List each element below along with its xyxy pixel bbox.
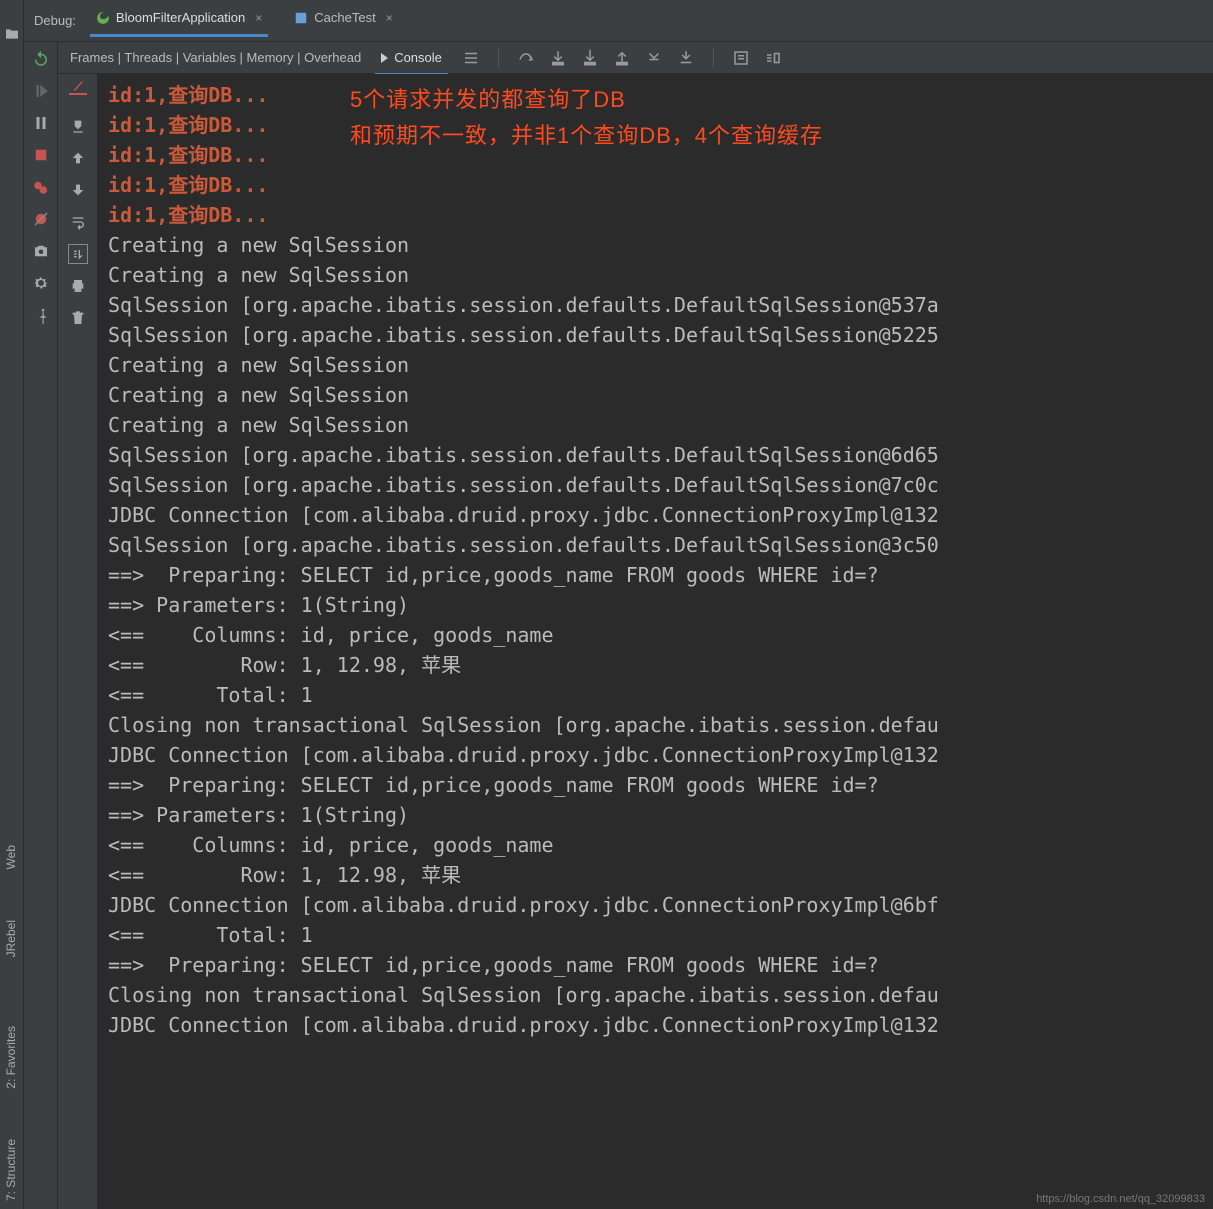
console-line: <== Columns: id, price, goods_name: [108, 620, 1203, 650]
stop-icon[interactable]: [32, 146, 50, 164]
debug-tabbar: Debug: BloomFilterApplication × CacheTest ×: [24, 0, 1213, 42]
console-line: JDBC Connection [com.alibaba.druid.proxy…: [108, 500, 1203, 530]
console-line: Creating a new SqlSession: [108, 260, 1203, 290]
console-line: <== Total: 1: [108, 680, 1203, 710]
rerun-icon[interactable]: [32, 50, 50, 68]
step-over-icon[interactable]: [517, 49, 535, 67]
toolbar-separator: [713, 48, 714, 68]
console-line: ==> Preparing: SELECT id,price,goods_nam…: [108, 560, 1203, 590]
console-line: JDBC Connection [com.alibaba.druid.proxy…: [108, 740, 1203, 770]
console-line: <== Row: 1, 12.98, 苹果: [108, 650, 1203, 680]
console-line: ==> Parameters: 1(String): [108, 800, 1203, 830]
console-line: SqlSession [org.apache.ibatis.session.de…: [108, 440, 1203, 470]
frames-tabs-label[interactable]: Frames | Threads | Variables | Memory | …: [70, 50, 361, 65]
console-gutter: [58, 74, 98, 1209]
run-to-cursor-icon[interactable]: [677, 49, 695, 67]
console-line: SqlSession [org.apache.ibatis.session.de…: [108, 290, 1203, 320]
console-line: id:1,查询DB...: [108, 80, 1203, 110]
sidebar-tab-2-favorites[interactable]: 2: Favorites: [4, 1026, 18, 1089]
tab-console[interactable]: Console: [375, 46, 448, 69]
scroll-to-end-icon[interactable]: [68, 116, 88, 136]
watermark: https://blog.csdn.net/qq_32099833: [1036, 1193, 1205, 1205]
console-line: ==> Preparing: SELECT id,price,goods_nam…: [108, 770, 1203, 800]
down-icon[interactable]: [68, 180, 88, 200]
run-config-label: BloomFilterApplication: [116, 10, 245, 25]
close-icon[interactable]: ×: [386, 11, 393, 25]
debug-label: Debug:: [34, 13, 76, 28]
console-line: <== Columns: id, price, goods_name: [108, 830, 1203, 860]
console-line: SqlSession [org.apache.ibatis.session.de…: [108, 470, 1203, 500]
project-icon[interactable]: [4, 26, 20, 42]
console-line: JDBC Connection [com.alibaba.druid.proxy…: [108, 890, 1203, 920]
console-line: SqlSession [org.apache.ibatis.session.de…: [108, 320, 1203, 350]
console-output[interactable]: id:1,查询DB...id:1,查询DB...id:1,查询DB...id:1…: [98, 74, 1213, 1209]
console-line: ==> Preparing: SELECT id,price,goods_nam…: [108, 950, 1203, 980]
force-step-into-icon[interactable]: [581, 49, 599, 67]
print-icon[interactable]: [68, 276, 88, 296]
close-icon[interactable]: ×: [255, 11, 262, 25]
trash-icon[interactable]: [68, 308, 88, 328]
console-line: ==> Parameters: 1(String): [108, 590, 1203, 620]
trace-current-icon[interactable]: [764, 49, 782, 67]
console-line: Creating a new SqlSession: [108, 410, 1203, 440]
left-gutter: 7: Structure 2: Favorites JRebel Web: [0, 0, 24, 1209]
class-icon: [294, 11, 308, 25]
console-indicator-icon: [381, 53, 388, 63]
show-execution-icon[interactable]: [462, 49, 480, 67]
run-config-label: CacheTest: [314, 10, 375, 25]
toolbar-separator: [498, 48, 499, 68]
view-breakpoints-icon[interactable]: [32, 178, 50, 196]
pause-icon[interactable]: [32, 114, 50, 132]
console-line: Creating a new SqlSession: [108, 380, 1203, 410]
debug-actions-column: [24, 42, 58, 1209]
run-config-tab-1[interactable]: CacheTest ×: [288, 6, 398, 35]
console-line: Creating a new SqlSession: [108, 350, 1203, 380]
toggle-line-icon[interactable]: [68, 244, 88, 264]
pin-icon[interactable]: [28, 302, 53, 327]
console-line: Closing non transactional SqlSession [or…: [108, 980, 1203, 1010]
console-line: JDBC Connection [com.alibaba.druid.proxy…: [108, 1010, 1203, 1040]
spring-icon: [96, 11, 110, 25]
console-tab-label: Console: [394, 50, 442, 65]
console-line: id:1,查询DB...: [108, 140, 1203, 170]
mute-breakpoints-icon[interactable]: [32, 210, 50, 228]
console-line: Creating a new SqlSession: [108, 230, 1203, 260]
console-line: id:1,查询DB...: [108, 170, 1203, 200]
run-config-tab-0[interactable]: BloomFilterApplication ×: [90, 6, 268, 35]
sidebar-tab-web[interactable]: Web: [4, 845, 18, 869]
drop-frame-icon[interactable]: [645, 49, 663, 67]
step-out-icon[interactable]: [613, 49, 631, 67]
evaluate-expr-icon[interactable]: [732, 49, 750, 67]
console-line: Closing non transactional SqlSession [or…: [108, 710, 1203, 740]
camera-icon[interactable]: [32, 242, 50, 260]
console-line: id:1,查询DB...: [108, 200, 1203, 230]
step-into-icon[interactable]: [549, 49, 567, 67]
soft-wrap-icon[interactable]: [68, 212, 88, 232]
gear-icon[interactable]: [32, 274, 50, 292]
sidebar-tab-jrebel[interactable]: JRebel: [4, 920, 18, 957]
console-line: <== Total: 1: [108, 920, 1203, 950]
resume-icon[interactable]: [32, 82, 50, 100]
console-line: id:1,查询DB...: [108, 110, 1203, 140]
up-icon[interactable]: [68, 148, 88, 168]
debug-sub-toolbar: Frames | Threads | Variables | Memory | …: [58, 42, 1213, 74]
console-line: SqlSession [org.apache.ibatis.session.de…: [108, 530, 1203, 560]
console-line: <== Row: 1, 12.98, 苹果: [108, 860, 1203, 890]
clear-icon[interactable]: [68, 84, 88, 104]
sidebar-tab-7-structure[interactable]: 7: Structure: [4, 1139, 18, 1201]
